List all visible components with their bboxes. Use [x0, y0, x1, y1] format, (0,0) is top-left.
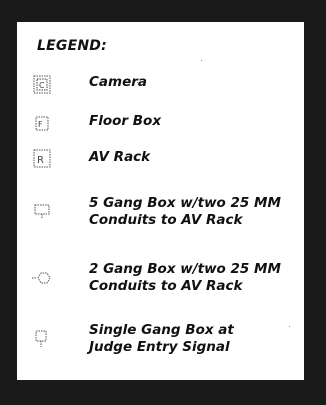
legend-line: Single Gang Box at: [89, 322, 234, 338]
legend-line: Floor Box: [89, 113, 162, 129]
legend-line: Camera: [89, 74, 148, 90]
legend-title: LEGEND:: [37, 38, 107, 54]
scan-speck: [201, 60, 202, 61]
legend-label-av-rack: AV Rack: [89, 149, 150, 166]
scan-speck: [137, 82, 138, 83]
legend-label-floor-box: Floor Box: [89, 113, 161, 130]
legend-label-two-gang-box: 2 Gang Box w/two 25 MM Conduits to AV Ra…: [89, 261, 281, 295]
legend-line: Judge Entry Signal: [89, 339, 230, 355]
av-rack-icon: R: [29, 148, 59, 170]
scan-speck: [289, 326, 290, 327]
legend-line: 2 Gang Box w/two 25 MM: [89, 261, 281, 277]
camera-icon: C: [29, 74, 59, 96]
single-gang-box-icon: [29, 328, 59, 350]
floor-box-icon: F: [29, 113, 59, 135]
svg-text:F: F: [38, 120, 43, 129]
legend-label-camera: Camera: [89, 74, 147, 91]
svg-text:C: C: [39, 81, 45, 90]
legend-line: Conduits to AV Rack: [89, 278, 243, 294]
legend-line: 5 Gang Box w/two 25 MM: [89, 195, 281, 211]
legend-panel: LEGEND: C Camera F Floor Box R AV Rack 5…: [17, 22, 304, 380]
legend-label-five-gang-box: 5 Gang Box w/two 25 MM Conduits to AV Ra…: [89, 195, 281, 229]
two-gang-box-icon: [29, 267, 59, 289]
svg-text:R: R: [37, 155, 44, 166]
legend-line: Conduits to AV Rack: [89, 212, 243, 228]
legend-label-single-gang-box: Single Gang Box at Judge Entry Signal: [89, 322, 234, 356]
legend-line: AV Rack: [89, 149, 151, 165]
five-gang-box-icon: [29, 201, 59, 223]
